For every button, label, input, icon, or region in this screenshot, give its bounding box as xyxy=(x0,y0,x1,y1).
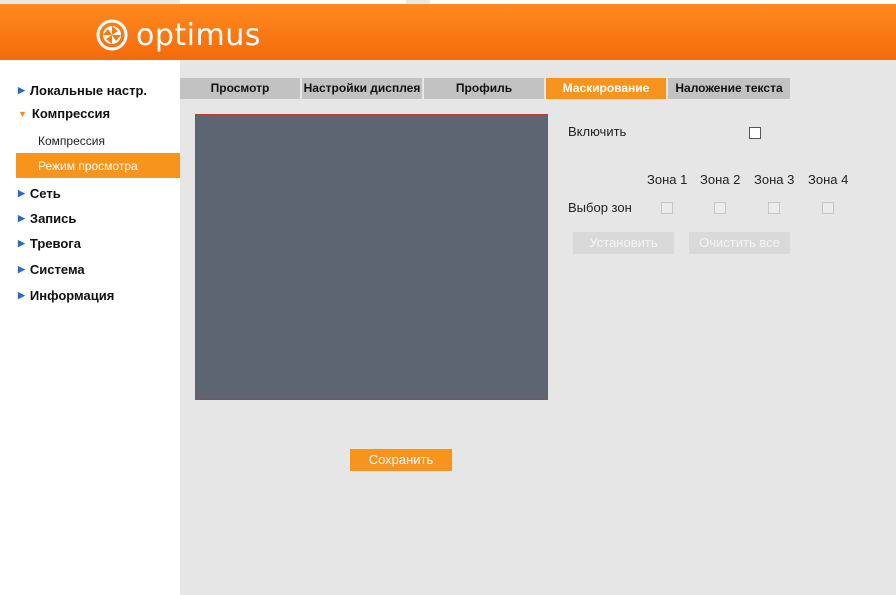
sidebar-item-network[interactable]: ▶ Сеть xyxy=(18,186,61,201)
tab-masking[interactable]: Маскирование xyxy=(546,78,666,99)
zone-2-checkbox[interactable] xyxy=(714,202,726,214)
save-button[interactable]: Сохранить xyxy=(350,449,452,471)
tab-display-settings[interactable]: Настройки дисплея xyxy=(302,78,422,99)
sidebar-item-information[interactable]: ▶ Информация xyxy=(18,288,114,303)
sidebar-item-label: Запись xyxy=(29,211,77,226)
sidebar-item-system[interactable]: ▶ Система xyxy=(18,262,85,277)
zone-1-label: Зона 1 xyxy=(647,172,688,187)
triangle-right-icon: ▶ xyxy=(18,188,25,198)
optimus-logo-icon xyxy=(96,19,128,51)
sidebar-item-label: Система xyxy=(29,262,85,277)
sidebar-item-local-settings[interactable]: ▶ Локальные настр. xyxy=(18,83,147,98)
triangle-right-icon: ▶ xyxy=(18,290,25,300)
zone-3-label: Зона 3 xyxy=(754,172,795,187)
zone-3-checkbox[interactable] xyxy=(768,202,780,214)
sidebar-item-label: Компрессия xyxy=(31,106,111,121)
sidebar-item-alarm[interactable]: ▶ Тревога xyxy=(18,236,81,251)
zone-2-label: Зона 2 xyxy=(700,172,741,187)
tab-text-overlay[interactable]: Наложение текста xyxy=(668,78,790,99)
enable-checkbox[interactable] xyxy=(749,127,761,139)
triangle-right-icon: ▶ xyxy=(18,213,25,223)
zone-1-checkbox[interactable] xyxy=(661,202,673,214)
tab-bar: Просмотр Настройки дисплея Профиль Маски… xyxy=(180,78,792,99)
zone-select-label: Выбор зон xyxy=(568,200,632,215)
enable-label: Включить xyxy=(568,124,627,139)
sidebar-subitem-compression[interactable]: Компрессия xyxy=(16,128,184,153)
triangle-down-icon: ▼ xyxy=(18,108,27,119)
sidebar-item-label: Сеть xyxy=(29,186,61,201)
tab-view[interactable]: Просмотр xyxy=(180,78,300,99)
sidebar-subitem-view-mode[interactable]: Режим просмотра xyxy=(16,153,184,178)
sidebar: ▶ Локальные настр. ▼ Компрессия Компресс… xyxy=(6,60,184,595)
logo: optimus xyxy=(96,17,261,53)
clear-all-button[interactable]: Очистить все xyxy=(689,232,790,254)
tab-profile[interactable]: Профиль xyxy=(424,78,544,99)
set-button[interactable]: Установить xyxy=(573,232,674,254)
triangle-right-icon: ▶ xyxy=(18,238,25,248)
video-preview[interactable] xyxy=(195,114,548,400)
sidebar-item-label: Тревога xyxy=(29,236,81,251)
header: optimus xyxy=(0,4,896,60)
triangle-right-icon: ▶ xyxy=(18,264,25,274)
zone-4-label: Зона 4 xyxy=(808,172,849,187)
sidebar-item-compression[interactable]: ▼ Компрессия xyxy=(18,106,110,121)
brand-name: optimus xyxy=(136,17,261,53)
sidebar-item-label: Локальные настр. xyxy=(29,83,147,98)
triangle-right-icon: ▶ xyxy=(18,85,25,95)
sidebar-item-record[interactable]: ▶ Запись xyxy=(18,211,76,226)
sidebar-item-label: Информация xyxy=(29,288,115,303)
zone-4-checkbox[interactable] xyxy=(822,202,834,214)
